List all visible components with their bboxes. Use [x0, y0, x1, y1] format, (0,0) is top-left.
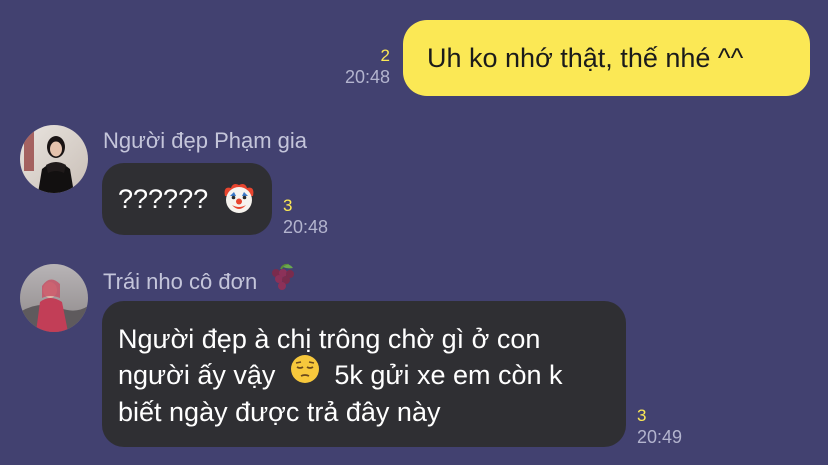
sender-name: Trái nho cô đơn: [103, 263, 297, 299]
incoming-message-meta: 3 20:49: [637, 406, 682, 448]
sender-avatar[interactable]: [20, 264, 88, 332]
sender-name: Người đẹp Phạm gia: [103, 128, 308, 153]
message-line: người ấy vậy 5k gửi xe em còn k: [118, 355, 626, 394]
chat-thread: 2 20:48 Uh ko nhớ thật, thế nhé ^^ Người…: [0, 0, 828, 465]
clown-face-icon: [221, 180, 257, 221]
outgoing-message-meta: 2 20:48: [345, 46, 390, 88]
sender-name-text: Trái nho cô đơn: [103, 268, 258, 294]
message-time: 20:49: [637, 427, 683, 447]
outgoing-message-bubble[interactable]: Uh ko nhớ thật, thế nhé ^^: [403, 20, 810, 96]
message-time: 20:48: [283, 217, 329, 237]
incoming-message-bubble[interactable]: ??????: [102, 163, 272, 235]
read-count: 3: [637, 406, 647, 425]
message-text: ??????: [118, 184, 209, 214]
message-text: người ấy vậy: [118, 360, 276, 390]
pensive-face-icon: [289, 353, 321, 394]
message-text: 5k gửi xe em còn k: [334, 360, 563, 390]
message-line: Người đẹp à chị trông chờ gì ở con: [118, 324, 541, 354]
message-line: biết ngày được trả đây này: [118, 397, 441, 428]
message-text: Uh ko nhớ thật, thế nhé ^^: [427, 42, 744, 73]
incoming-message-bubble[interactable]: Người đẹp à chị trông chờ gì ở con người…: [102, 301, 626, 447]
read-count: 3: [283, 196, 293, 215]
grapes-icon: [267, 263, 297, 299]
incoming-message-meta: 3 20:48: [283, 196, 328, 238]
read-count: 2: [380, 46, 390, 65]
message-time: 20:48: [344, 67, 390, 87]
sender-avatar[interactable]: [20, 125, 88, 193]
